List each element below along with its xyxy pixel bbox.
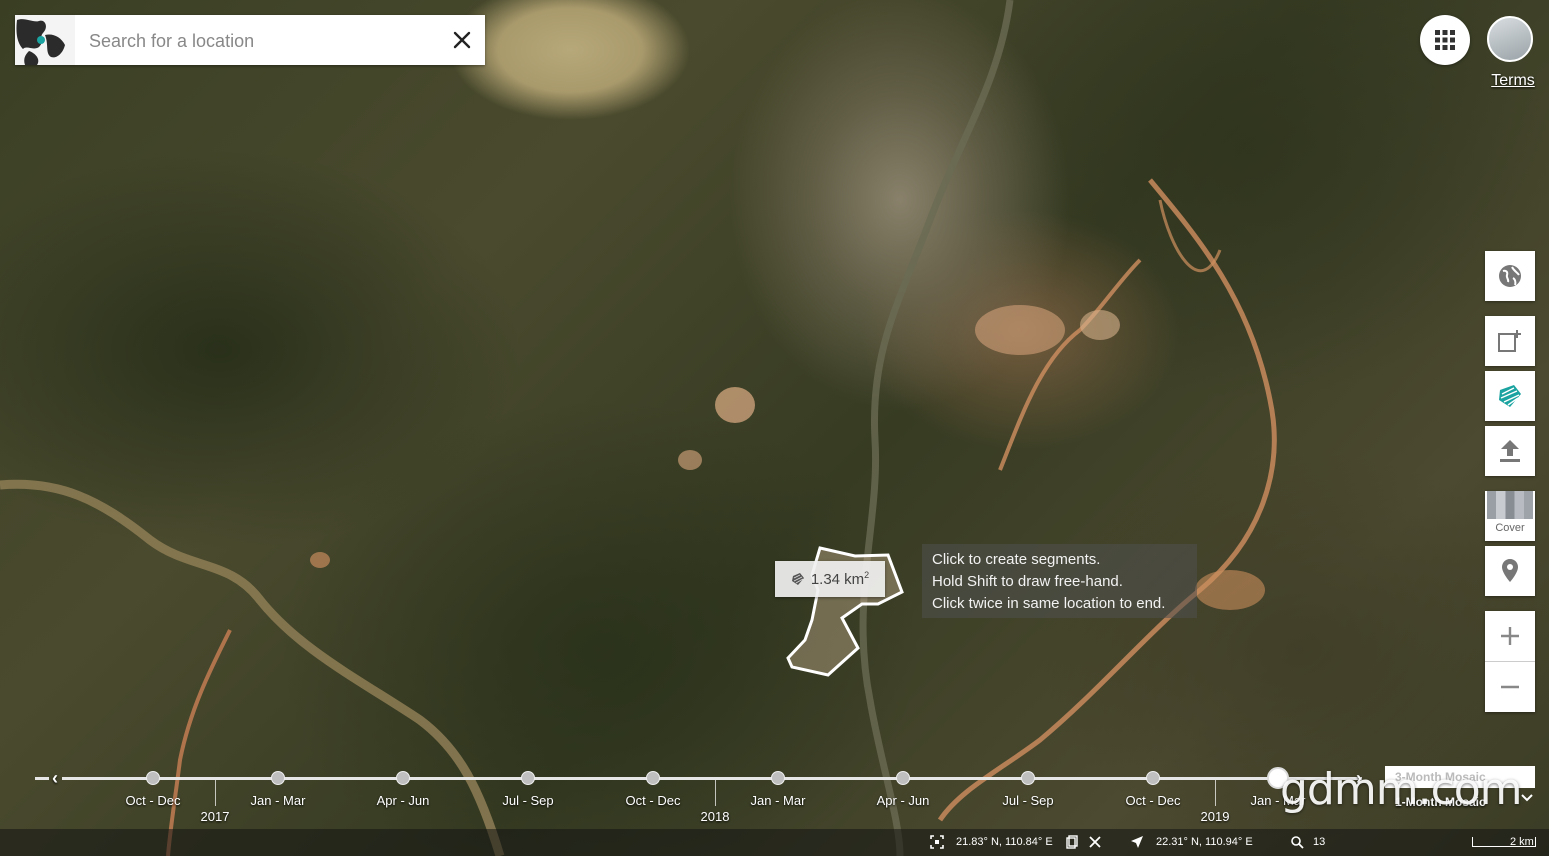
watermark: gdmm.com [1280,764,1523,815]
zoom-out-icon [1501,685,1519,689]
timeline-dot[interactable] [521,771,535,785]
timeline-dot[interactable] [771,771,785,785]
timeline-dot[interactable] [646,771,660,785]
search-box [15,15,485,65]
draw-polygon-button[interactable] [1485,371,1535,421]
timeline-period-label[interactable]: Oct - Dec [603,793,703,808]
timeline-period-label[interactable]: Jan - Mar [728,793,828,808]
hint-line: Hold Shift to draw free-hand. [932,573,1123,590]
zoom-in-icon [1501,627,1519,645]
timeline-dot[interactable] [1146,771,1160,785]
draw-hint-tooltip: Click to create segments. Hold Shift to … [922,544,1197,618]
cursor-location-icon [1131,836,1143,848]
terms-link[interactable]: Terms [1486,72,1540,90]
area-measurement-label: 1.34 km2 [775,561,885,597]
cover-layer-button[interactable]: Cover [1485,491,1535,541]
chevron-down-icon[interactable] [1520,791,1534,810]
timeline-period-label[interactable]: Apr - Jun [853,793,953,808]
hint-line: Click to create segments. [932,551,1101,568]
scale-bar [1472,837,1536,847]
timeline-period-label[interactable]: Oct - Dec [103,793,203,808]
map-features [0,0,1277,856]
location-pin-icon [1502,559,1518,582]
timeline-period-label[interactable]: Jul - Sep [478,793,578,808]
zoom-in-button[interactable] [1499,611,1521,661]
year-divider [215,780,216,806]
globe-view-button[interactable] [1485,251,1535,301]
year-divider [1215,780,1216,806]
upload-icon [1500,440,1520,462]
area-value: 1.34 km [810,571,865,588]
crosshair-frame-icon[interactable] [930,835,944,849]
polygon-draw-icon [1499,385,1521,407]
year-divider [715,780,716,806]
user-avatar[interactable] [1487,16,1533,62]
timeline-year-label: 2018 [700,809,730,824]
satellite-map[interactable] [0,0,1549,856]
copy-icon[interactable] [1066,835,1078,849]
center-coordinates: 21.83° N, 110.84° E [956,836,1053,848]
zoom-control [1485,611,1535,712]
zoom-level: 13 [1313,836,1326,848]
timeline-period-label[interactable]: Jul - Sep [978,793,1078,808]
add-layer-icon [1498,330,1521,352]
area-unit-superscript: 2 [864,570,870,580]
timeline-year-label: 2017 [200,809,230,824]
globe-icon [1499,265,1521,287]
cover-label: Cover [1495,522,1525,534]
zoom-level-icon [1291,836,1304,849]
search-input[interactable] [87,25,431,57]
timeline-dot[interactable] [146,771,160,785]
timeline-dot[interactable] [396,771,410,785]
timeline-dot[interactable] [896,771,910,785]
timeline-start-dash [35,777,49,780]
upload-button[interactable] [1485,426,1535,476]
status-bar: 21.83° N, 110.84° E 22.31° N, 110.94° E … [0,829,1549,856]
apps-grid-icon[interactable] [1420,15,1470,65]
timeline-year-label: 2019 [1200,809,1230,824]
location-pin-button[interactable] [1485,546,1535,596]
cursor-coordinates: 22.31° N, 110.94° E [1156,836,1253,848]
timeline-dot[interactable] [1021,771,1035,785]
add-layer-button[interactable] [1485,316,1535,366]
globe-logo-icon[interactable] [15,15,75,65]
close-icon[interactable] [1088,835,1102,849]
timeline-prev-icon[interactable]: ‹ [52,768,58,789]
zoom-out-button[interactable] [1499,662,1521,712]
timeline-dot[interactable] [271,771,285,785]
cover-thumbnail [1487,491,1533,519]
timeline-period-label[interactable]: Apr - Jun [353,793,453,808]
polygon-area-icon [791,573,804,585]
hint-line: Click twice in same location to end. [932,595,1166,612]
timeline-track[interactable] [62,777,1362,780]
timeline-period-label[interactable]: Oct - Dec [1103,793,1203,808]
close-icon[interactable] [449,27,475,53]
timeline-period-label[interactable]: Jan - Mar [228,793,328,808]
